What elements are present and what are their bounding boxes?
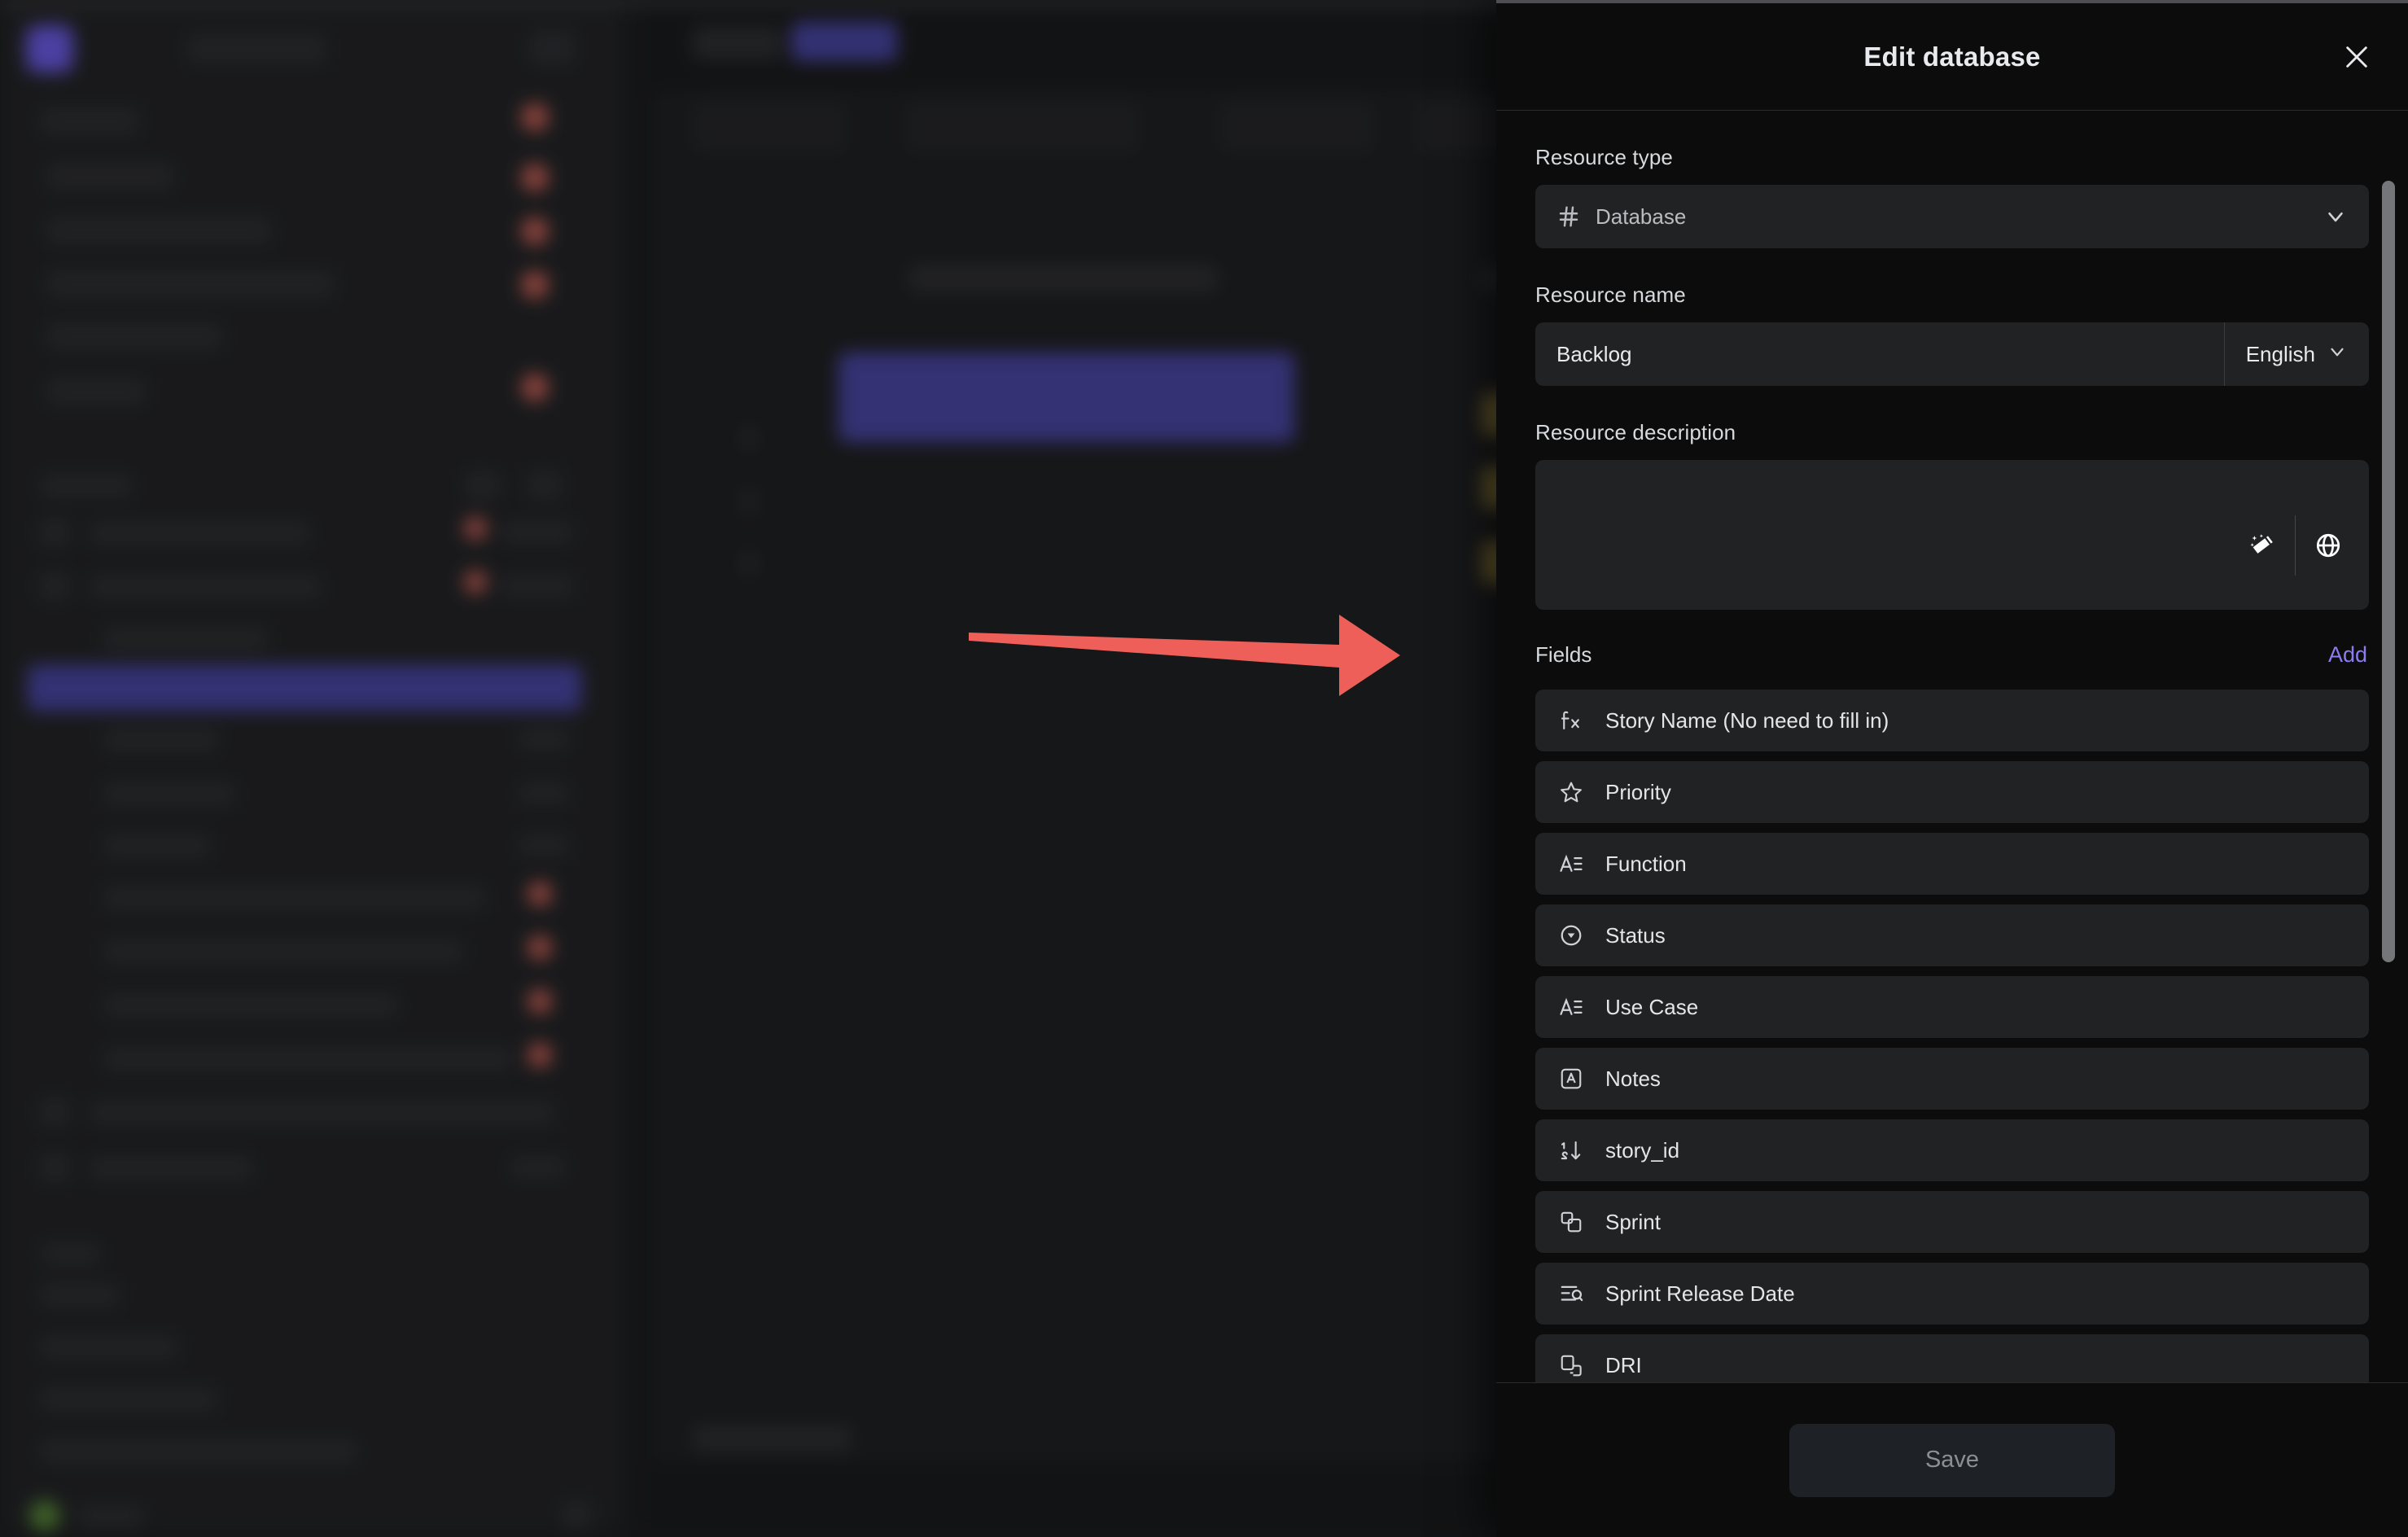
field-item-label: Story Name (No need to fill in) bbox=[1605, 707, 1889, 733]
add-field-button[interactable]: Add bbox=[2327, 639, 2369, 671]
field-item-label: Use Case bbox=[1605, 994, 1699, 1019]
fields-header: Fields Add bbox=[1535, 637, 2369, 672]
rich-text-icon bbox=[1555, 1066, 1587, 1091]
field-item[interactable]: DRI bbox=[1535, 1334, 2369, 1382]
field-item[interactable]: Story Name (No need to fill in) bbox=[1535, 690, 2369, 751]
panel-header: Edit database bbox=[1496, 3, 2408, 111]
field-item[interactable]: Use Case bbox=[1535, 976, 2369, 1038]
field-item[interactable]: story_id bbox=[1535, 1119, 2369, 1181]
field-item[interactable]: Function bbox=[1535, 833, 2369, 895]
panel-title: Edit database bbox=[1863, 41, 2041, 72]
chevron-down-icon bbox=[2323, 204, 2348, 229]
relation-icon bbox=[1555, 1210, 1587, 1234]
field-item-label: Sprint bbox=[1605, 1209, 1661, 1234]
panel-body: Resource type Database Resource name Bac… bbox=[1496, 111, 2408, 1382]
field-item-label: story_id bbox=[1605, 1137, 1680, 1163]
field-item-label: Sprint Release Date bbox=[1605, 1281, 1795, 1306]
magic-wand-icon[interactable] bbox=[2239, 523, 2285, 568]
language-select[interactable]: English bbox=[2223, 322, 2369, 386]
resource-description-box bbox=[1535, 460, 2369, 610]
resource-type-select[interactable]: Database bbox=[1535, 185, 2369, 248]
hash-icon bbox=[1556, 204, 1581, 229]
star-icon bbox=[1555, 780, 1587, 804]
select-circle-icon bbox=[1555, 923, 1587, 948]
resource-name-label: Resource name bbox=[1535, 282, 1686, 307]
relation-person-icon bbox=[1555, 1353, 1587, 1377]
text-lines-icon bbox=[1555, 995, 1587, 1019]
resource-type-label: Resource type bbox=[1535, 145, 1673, 169]
field-item-label: Priority bbox=[1605, 779, 1671, 804]
field-item[interactable]: Sprint Release Date bbox=[1535, 1263, 2369, 1325]
field-item[interactable]: Status bbox=[1535, 904, 2369, 966]
field-item-label: Function bbox=[1605, 851, 1687, 876]
close-icon[interactable] bbox=[2335, 35, 2379, 79]
fields-list: Story Name (No need to fill in) Priority F… bbox=[1535, 690, 2369, 1382]
description-actions bbox=[2239, 515, 2351, 576]
save-button[interactable]: Save bbox=[1789, 1423, 2115, 1497]
resource-type-value: Database bbox=[1596, 204, 1687, 229]
panel-scrollbar[interactable] bbox=[2382, 181, 2395, 962]
resource-name-row: English bbox=[1535, 322, 2369, 386]
field-item-label: Notes bbox=[1605, 1066, 1661, 1091]
field-item[interactable]: Priority bbox=[1535, 761, 2369, 823]
formula-fx-icon bbox=[1555, 708, 1587, 733]
field-item[interactable]: Sprint bbox=[1535, 1191, 2369, 1253]
field-item-label: DRI bbox=[1605, 1352, 1642, 1377]
text-lines-icon bbox=[1555, 852, 1587, 876]
panel-footer: Save bbox=[1496, 1382, 2408, 1537]
number-sort-icon bbox=[1555, 1138, 1587, 1163]
actions-divider bbox=[2295, 515, 2296, 576]
resource-name-input[interactable] bbox=[1535, 322, 2224, 386]
lookup-icon bbox=[1555, 1281, 1587, 1306]
resource-description-label: Resource description bbox=[1535, 420, 1736, 444]
language-value: English bbox=[2245, 341, 2315, 366]
chevron-down-icon bbox=[2327, 341, 2348, 368]
field-item[interactable]: Notes bbox=[1535, 1048, 2369, 1110]
globe-icon[interactable] bbox=[2305, 523, 2351, 568]
field-item-label: Status bbox=[1605, 922, 1666, 948]
fields-label: Fields bbox=[1535, 642, 1592, 667]
edit-database-panel: Edit database Resource type Database Res… bbox=[1496, 0, 2408, 1537]
screen: Edit database Resource type Database Res… bbox=[0, 0, 2408, 1537]
